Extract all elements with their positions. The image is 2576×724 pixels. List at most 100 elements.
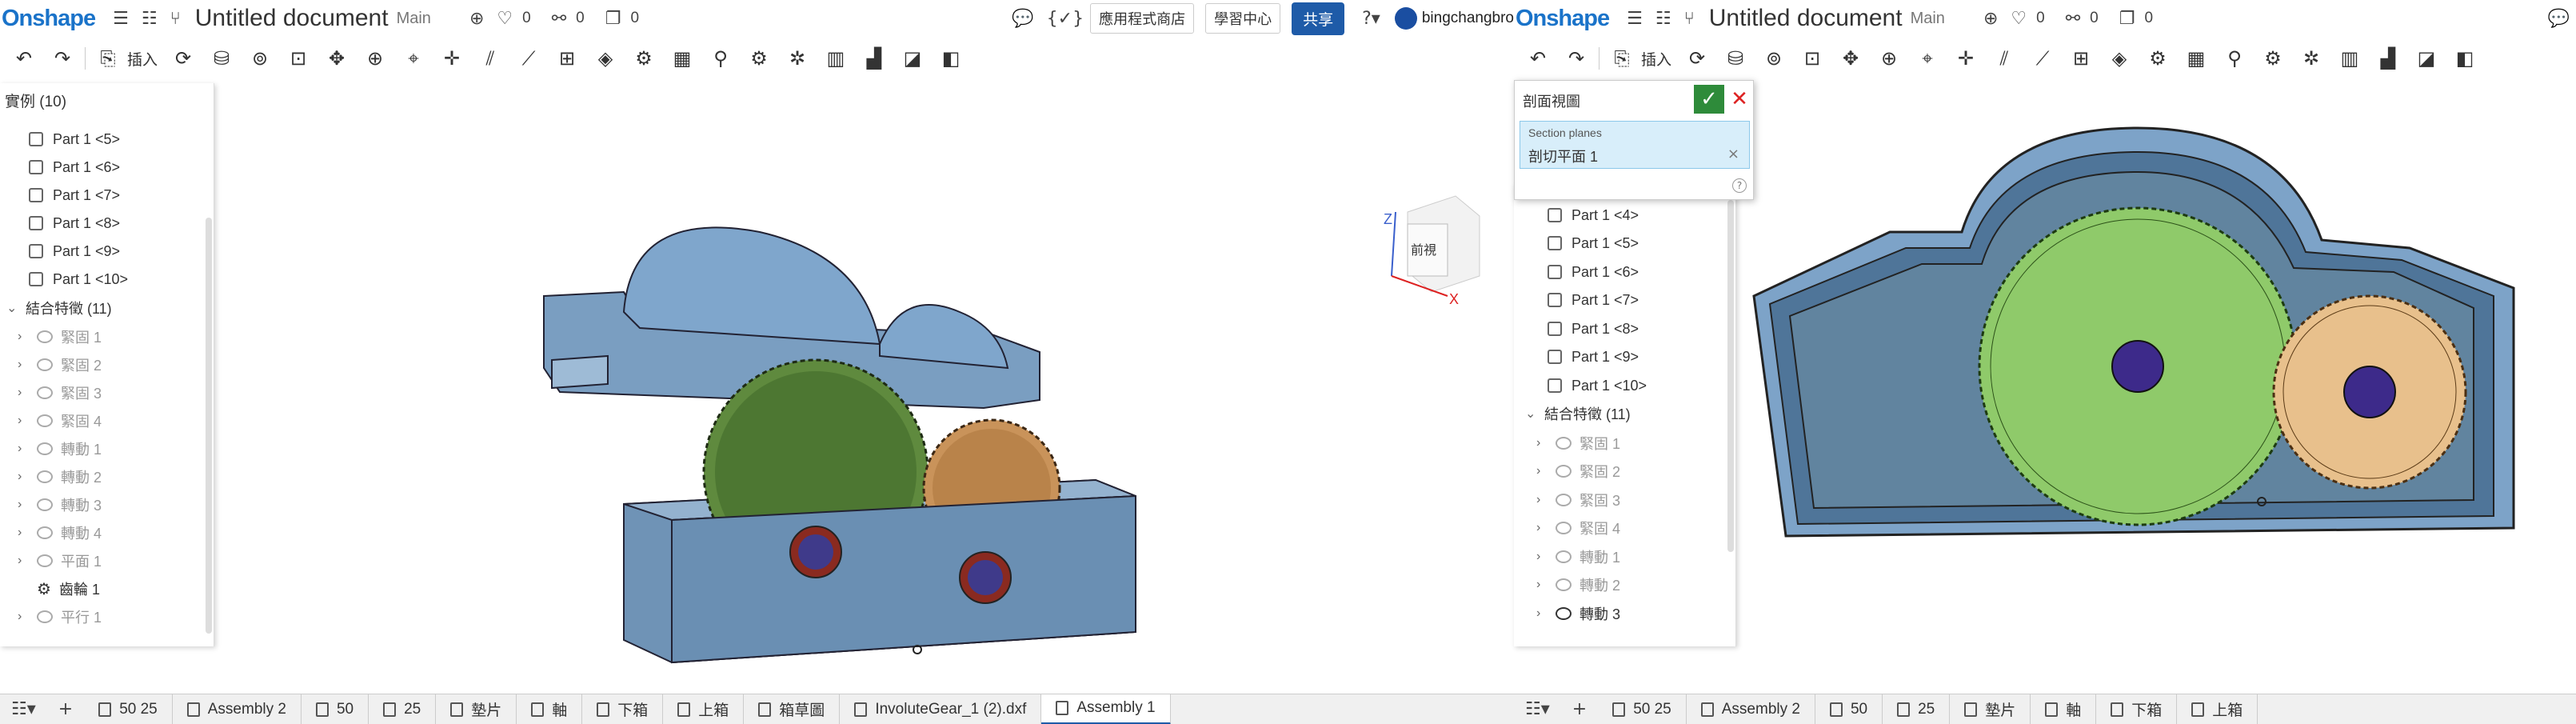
slider-mate-icon[interactable]: ✥	[1840, 47, 1861, 70]
redo-icon[interactable]: ↷	[52, 47, 73, 70]
linear-icon[interactable]: ▟	[2378, 47, 2398, 70]
tab-washer[interactable]: 墊片	[1950, 694, 2031, 724]
tab-menu-icon[interactable]: ☷▾	[0, 699, 47, 719]
tree-mate[interactable]: › 緊固 2	[18, 351, 102, 378]
add-tab-icon[interactable]: +	[47, 699, 84, 719]
insert-icon[interactable]: ⎘	[1611, 47, 1632, 70]
measure-icon[interactable]: ◧	[2454, 47, 2475, 70]
workspace-label[interactable]: Main	[397, 10, 431, 28]
feature-list-icon[interactable]: ☷	[142, 9, 158, 29]
link-icon[interactable]: ⚯	[2066, 9, 2080, 29]
tab-assembly-2[interactable]: Assembly 2	[173, 694, 302, 724]
chevron-down-icon[interactable]: ⌄	[1525, 406, 1538, 422]
chevron-right-icon[interactable]: ›	[1536, 521, 1549, 535]
help-icon[interactable]: ?	[1732, 178, 1747, 193]
chevron-right-icon[interactable]: ›	[1536, 578, 1549, 592]
tree-mate[interactable]: › 轉動 3	[18, 491, 102, 518]
gear-relation-icon[interactable]: ⚙	[2262, 47, 2283, 70]
tab-menu-icon[interactable]: ☷▾	[1514, 699, 1561, 719]
viewport[interactable]: 前視 Z X	[0, 80, 1514, 694]
avatar[interactable]	[1394, 7, 1417, 30]
tangent-mate-icon[interactable]: ⟋	[2032, 47, 2053, 70]
feature-list-icon[interactable]: ☷	[1655, 9, 1671, 29]
fasten-mate-icon[interactable]: ⊚	[250, 47, 270, 70]
onshape-logo[interactable]: Onshape	[2, 6, 96, 32]
tab-lower-box[interactable]: 下箱	[582, 694, 664, 724]
tab-upper-box[interactable]: 上箱	[2177, 694, 2258, 724]
add-tab-icon[interactable]: +	[1561, 699, 1598, 719]
replace-icon[interactable]: ⚲	[710, 47, 731, 70]
rack-icon[interactable]: ✲	[787, 47, 808, 70]
screw-icon[interactable]: ▥	[825, 47, 846, 70]
tree-mate[interactable]: › 轉動 4	[18, 519, 102, 546]
insert-icon[interactable]: ⎘	[98, 47, 118, 70]
planar-mate-icon[interactable]: ✛	[441, 47, 462, 70]
section-planes-field[interactable]: Section planes 剖切平面 1 ×	[1520, 121, 1750, 169]
comment-icon[interactable]: 💬	[1012, 9, 1033, 29]
branch-icon[interactable]: ⑂	[1684, 9, 1695, 29]
variable-icon[interactable]: {✓}	[1047, 9, 1084, 29]
tree-part[interactable]: Part 1 <7>	[29, 182, 120, 209]
measure-icon[interactable]: ◧	[941, 47, 961, 70]
view-cube[interactable]: 前視 Z X	[1384, 195, 1480, 307]
mate-connector-icon[interactable]: ⊞	[557, 47, 577, 70]
cylindrical-mate-icon[interactable]: ⊕	[365, 47, 385, 70]
tab-washer[interactable]: 墊片	[436, 694, 517, 724]
share-button[interactable]: 共享	[1292, 2, 1345, 35]
branch-icon[interactable]: ⑂	[170, 9, 181, 29]
tab-50-25[interactable]: 50 25	[1598, 694, 1687, 724]
section-view-icon[interactable]: ◪	[2416, 47, 2437, 70]
chevron-right-icon[interactable]: ›	[18, 330, 30, 344]
tree-part[interactable]: Part 1 <5>	[1548, 230, 1639, 257]
like-icon[interactable]: ♡	[2011, 9, 2027, 29]
chevron-right-icon[interactable]: ›	[18, 554, 30, 568]
tab-lower-box[interactable]: 下箱	[2096, 694, 2178, 724]
document-title[interactable]: Untitled document	[1709, 5, 1903, 32]
tree-mate[interactable]: › 轉動 1	[18, 435, 102, 462]
tree-mate[interactable]: › 緊固 2	[1536, 458, 1620, 485]
tree-mate[interactable]: › 緊固 4	[18, 407, 102, 434]
tree-mate[interactable]: › 轉動 3	[1536, 600, 1620, 627]
menu-icon[interactable]: ☰	[113, 9, 129, 29]
insert-button[interactable]: 插入	[1641, 48, 1671, 70]
linear-icon[interactable]: ▟	[864, 47, 885, 70]
mate-connector-icon[interactable]: ⊞	[2071, 47, 2091, 70]
group-icon[interactable]: ◈	[2109, 47, 2130, 70]
tree-mate[interactable]: › 緊固 1	[18, 323, 102, 350]
chevron-right-icon[interactable]: ›	[18, 442, 30, 456]
tangent-mate-icon[interactable]: ⟋	[518, 47, 539, 70]
tree-mate[interactable]: › 轉動 1	[1536, 543, 1620, 570]
fasten-mate-icon[interactable]: ⊚	[1763, 47, 1784, 70]
relation-icon[interactable]: ⚙	[2147, 47, 2168, 70]
menu-icon[interactable]: ☰	[1627, 9, 1643, 29]
replicate-icon[interactable]: ⟳	[173, 47, 194, 70]
chevron-right-icon[interactable]: ›	[1536, 550, 1549, 564]
tree-part[interactable]: Part 1 <5>	[29, 126, 120, 153]
tab-assembly-1[interactable]: Assembly 1	[1041, 694, 1171, 724]
pin-slot-mate-icon[interactable]: ⌖	[403, 47, 424, 70]
chevron-right-icon[interactable]: ›	[18, 386, 30, 400]
cylindrical-mate-icon[interactable]: ⊕	[1879, 47, 1899, 70]
parallel-mate-icon[interactable]: ⫽	[1994, 47, 2015, 70]
tree-mate[interactable]: › 平面 1	[18, 547, 102, 574]
tree-mate[interactable]: › 緊固 4	[1536, 514, 1620, 542]
tree-mate[interactable]: › 緊固 3	[18, 379, 102, 406]
screw-icon[interactable]: ▥	[2339, 47, 2360, 70]
chevron-right-icon[interactable]: ›	[18, 358, 30, 372]
cancel-button[interactable]: ✕	[1726, 85, 1753, 114]
tree-part[interactable]: Part 1 <9>	[29, 238, 120, 265]
replicate-icon[interactable]: ⟳	[1687, 47, 1707, 70]
tree-mate[interactable]: › 轉動 2	[18, 463, 102, 490]
globe-icon[interactable]: ⊕	[1983, 9, 1998, 29]
tab-50-25[interactable]: 50 25	[84, 694, 173, 724]
tab-shaft[interactable]: 軸	[2031, 694, 2097, 724]
relation-icon[interactable]: ⚙	[633, 47, 654, 70]
app-store-button[interactable]: 應用程式商店	[1090, 3, 1195, 34]
planar-mate-icon[interactable]: ✛	[1955, 47, 1976, 70]
chevron-right-icon[interactable]: ›	[18, 470, 30, 484]
tab-dxf[interactable]: InvoluteGear_1 (2).dxf	[840, 694, 1042, 724]
tree-part[interactable]: Part 1 <6>	[1548, 258, 1639, 286]
chevron-right-icon[interactable]: ›	[1536, 464, 1549, 478]
redo-icon[interactable]: ↷	[1566, 47, 1587, 70]
instances-header[interactable]: 實例 (10)	[5, 86, 66, 114]
